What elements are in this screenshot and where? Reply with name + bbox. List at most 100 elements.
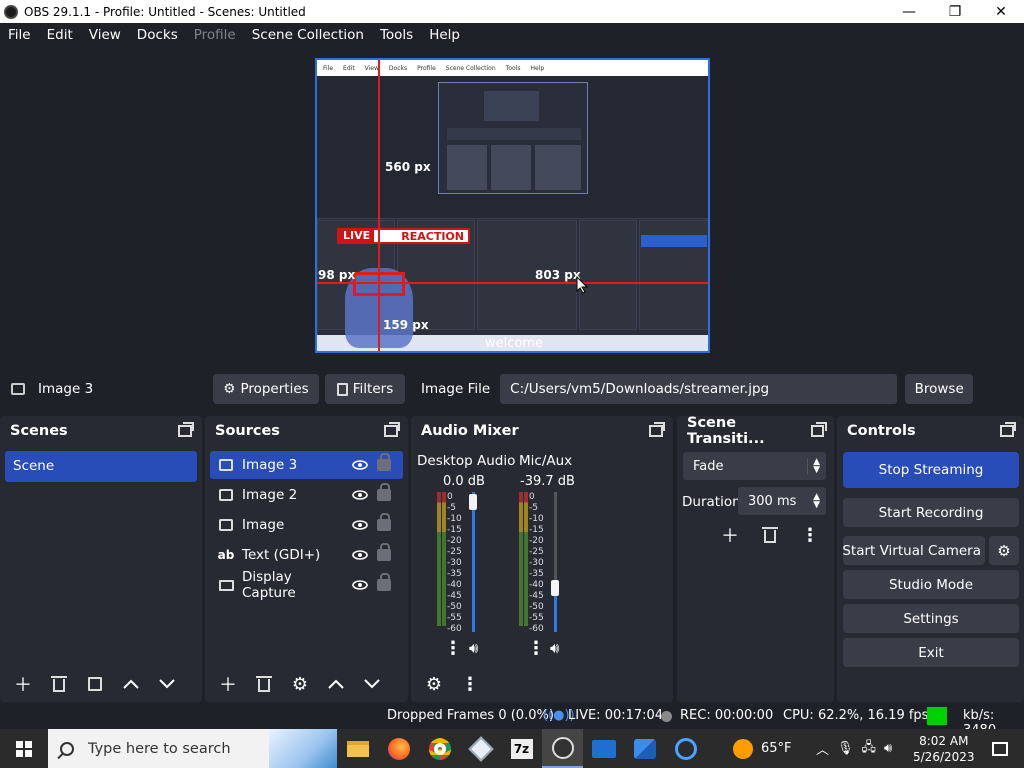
chrome-icon[interactable] xyxy=(419,729,460,768)
taskbar-clock[interactable]: 8:02 AM 5/26/2023 xyxy=(913,729,975,768)
menu-file[interactable]: File xyxy=(0,23,39,47)
lock-icon[interactable] xyxy=(377,453,391,471)
add-source-button[interactable]: ＋ xyxy=(210,670,246,698)
exit-button[interactable]: Exit xyxy=(843,638,1019,667)
7zip-icon[interactable]: 7z xyxy=(501,729,542,768)
source-item-image-3[interactable]: Image 3 xyxy=(210,451,403,479)
menu-help[interactable]: Help xyxy=(421,23,468,47)
transition-select[interactable]: Fade ▲ ▼ xyxy=(683,452,826,480)
image-file-field[interactable]: C:/Users/vm5/Downloads/streamer.jpg xyxy=(500,374,898,404)
remove-transition-button[interactable] xyxy=(752,521,788,549)
firefox-icon[interactable] xyxy=(378,729,419,768)
source-item-image[interactable]: Image xyxy=(210,511,403,539)
undock-icon[interactable] xyxy=(178,422,194,437)
menu-docks[interactable]: Docks xyxy=(129,23,186,47)
move-source-up-button[interactable] xyxy=(318,670,354,698)
lock-icon[interactable] xyxy=(377,543,391,561)
obs-taskbar-icon[interactable] xyxy=(542,729,583,768)
maximize-button[interactable]: ❐ xyxy=(932,0,978,23)
network-app-icon[interactable] xyxy=(624,729,665,768)
add-scene-button[interactable]: ＋ xyxy=(5,670,41,698)
notification-center-icon[interactable] xyxy=(980,729,1020,768)
studio-mode-button[interactable]: Studio Mode xyxy=(843,570,1019,599)
duration-spinbox[interactable]: 300 ms ▲ ▼ xyxy=(738,487,826,515)
menu-edit[interactable]: Edit xyxy=(39,23,81,47)
image-icon xyxy=(219,519,233,531)
microphone-icon[interactable]: 🎙︎ xyxy=(837,741,854,756)
filters-button[interactable]: Filters xyxy=(325,374,405,404)
undock-icon[interactable] xyxy=(810,422,828,437)
mic-aux-speaker-icon[interactable]: 🔊︎ xyxy=(550,639,559,657)
desktop-audio-speaker-icon[interactable]: 🔊︎ xyxy=(469,639,478,657)
close-button[interactable]: ✕ xyxy=(978,0,1024,23)
desktop-audio-fader-knob[interactable] xyxy=(469,494,477,510)
media-app-icon[interactable] xyxy=(583,729,624,768)
desktop-audio-fader[interactable] xyxy=(472,492,475,632)
image-file-label: Image File xyxy=(421,381,491,397)
remote-app-icon[interactable] xyxy=(665,729,706,768)
desktop-audio-menu-icon[interactable]: ⋮ xyxy=(444,638,462,659)
gear-icon: ⚙ xyxy=(997,541,1011,560)
gear-icon: ⚙ xyxy=(291,673,309,695)
status-bar: Dropped Frames 0 (0.0%) ((●)) LIVE: 00:1… xyxy=(0,703,1024,738)
start-recording-button[interactable]: Start Recording xyxy=(843,498,1019,527)
minimize-button[interactable]: — xyxy=(886,0,932,23)
start-button[interactable] xyxy=(0,729,48,768)
undock-icon[interactable] xyxy=(384,422,400,437)
chevron-up-icon[interactable]: ︿ xyxy=(816,739,829,758)
transition-menu-button[interactable]: ⋮ xyxy=(792,521,828,549)
weather-widget[interactable]: 65°F xyxy=(733,729,792,768)
volume-icon[interactable]: 🔊︎ xyxy=(884,741,892,756)
advanced-audio-button[interactable]: ⚙ xyxy=(416,670,452,698)
scene-item[interactable]: Scene xyxy=(5,451,197,482)
network-icon[interactable]: 🖧︎ xyxy=(862,738,877,760)
source-item-image-2[interactable]: Image 2 xyxy=(210,481,403,509)
lock-icon[interactable] xyxy=(377,483,391,501)
mic-aux-fader-knob[interactable] xyxy=(551,580,559,596)
add-transition-button[interactable]: ＋ xyxy=(712,521,748,549)
menu-tools[interactable]: Tools xyxy=(372,23,421,47)
file-explorer-icon[interactable] xyxy=(337,729,378,768)
browse-button[interactable]: Browse xyxy=(905,374,974,404)
start-virtual-camera-button[interactable]: Start Virtual Camera xyxy=(843,536,985,565)
visibility-eye-icon[interactable] xyxy=(349,580,371,590)
source-item-text-gdi[interactable]: ab Text (GDI+) xyxy=(210,541,403,569)
monitor-icon xyxy=(218,579,234,591)
visibility-eye-icon[interactable] xyxy=(349,520,371,530)
menu-profile[interactable]: Profile xyxy=(186,23,244,47)
preview-nested-menubar: File Edit View Docks Profile Scene Collection… xyxy=(317,60,708,76)
move-source-down-button[interactable] xyxy=(354,670,390,698)
preview-canvas[interactable]: File Edit View Docks Profile Scene Collection… xyxy=(315,58,710,353)
remove-scene-button[interactable] xyxy=(41,670,77,698)
lock-icon[interactable] xyxy=(377,573,391,591)
move-scene-up-button[interactable] xyxy=(113,670,149,698)
menu-view[interactable]: View xyxy=(81,23,129,47)
image-icon xyxy=(219,459,233,471)
updown-chevron-icon: ▲ ▼ xyxy=(813,492,820,510)
scene-filters-button[interactable] xyxy=(77,670,113,698)
virtual-camera-settings-button[interactable]: ⚙ xyxy=(989,536,1019,565)
undock-icon[interactable] xyxy=(1000,422,1016,437)
source-properties-button[interactable]: ⚙ xyxy=(282,670,318,698)
remove-source-button[interactable] xyxy=(246,670,282,698)
visibility-eye-icon[interactable] xyxy=(349,490,371,500)
source-item-display-capture[interactable]: Display Capture xyxy=(210,569,403,601)
sources-toolbar: ＋ ⚙ xyxy=(210,670,390,698)
visibility-eye-icon[interactable] xyxy=(349,550,371,560)
undock-icon[interactable] xyxy=(649,422,665,437)
mixer-menu-button[interactable]: ⋮ xyxy=(452,670,488,698)
selected-source-name: Image 3 xyxy=(38,381,94,397)
chevron-down-icon xyxy=(364,679,380,689)
scene-transitions-title: Scene Transiti... xyxy=(687,415,765,447)
stop-streaming-button[interactable]: Stop Streaming xyxy=(843,452,1019,488)
visibility-eye-icon[interactable] xyxy=(349,460,371,470)
mic-aux-menu-icon[interactable]: ⋮ xyxy=(527,638,545,659)
transition-toolbar: ＋ ⋮ xyxy=(712,521,828,549)
lock-icon[interactable] xyxy=(377,513,391,531)
menu-scene-collection[interactable]: Scene Collection xyxy=(244,23,372,47)
settings-button[interactable]: Settings xyxy=(843,604,1019,633)
move-scene-down-button[interactable] xyxy=(149,670,185,698)
taskbar-search-box[interactable]: Type here to search xyxy=(48,729,337,768)
package-app-icon[interactable] xyxy=(460,729,501,768)
properties-button[interactable]: ⚙ Properties xyxy=(213,374,319,404)
